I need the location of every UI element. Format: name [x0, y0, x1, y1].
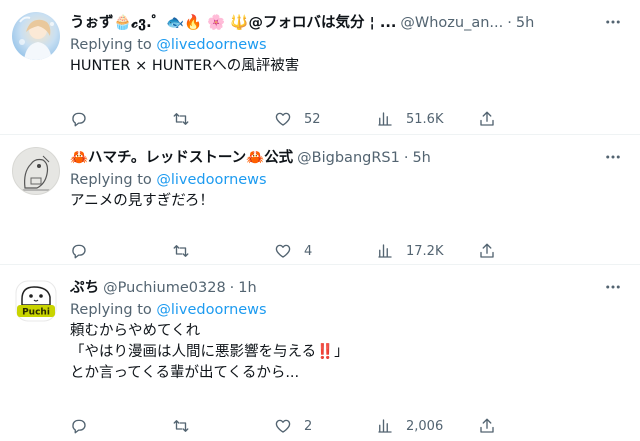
- views-button[interactable]: 17.2K: [376, 242, 478, 260]
- share-icon: [480, 243, 494, 258]
- separator-dot: ·: [403, 150, 409, 166]
- display-name[interactable]: ぷち: [70, 278, 99, 298]
- avatar-illustration: [19, 16, 54, 60]
- retweet-button[interactable]: [172, 242, 274, 260]
- avatar[interactable]: [12, 12, 60, 60]
- display-name[interactable]: うぉず🧁𝓬ვ.゜🐟🔥 🌸 🔱@フォロバは気分 ¦ ...: [70, 13, 396, 33]
- replying-to-user-link[interactable]: @livedoornews: [156, 172, 266, 188]
- retweet-icon: [173, 245, 189, 257]
- avatar-badge-text: Puchi: [22, 308, 50, 318]
- replying-prefix: Replying to: [70, 302, 157, 318]
- reply-feed: うぉず🧁𝓬ვ.゜🐟🔥 🌸 🔱@フォロバは気分 ¦ ... @Whozu_an..…: [0, 0, 640, 441]
- avatar-illustration: [21, 155, 53, 191]
- user-handle[interactable]: @BigbangRS1: [297, 148, 400, 168]
- share-icon: [480, 418, 494, 433]
- replying-prefix: Replying to: [70, 37, 157, 53]
- display-name[interactable]: 🦀ハマチ。レッドストーン🦀公式: [70, 148, 293, 168]
- tweet-header: うぉず🧁𝓬ვ.゜🐟🔥 🌸 🔱@フォロバは気分 ¦ ... @Whozu_an..…: [70, 12, 624, 34]
- views-button[interactable]: 2,006: [376, 417, 478, 435]
- reply-icon: [72, 419, 86, 434]
- avatar-illustration: Puchi: [15, 280, 57, 322]
- heart-icon: [275, 244, 291, 258]
- like-count: 4: [304, 243, 313, 259]
- more-options-button[interactable]: [602, 12, 624, 32]
- views-chart-icon: [378, 112, 392, 126]
- like-button[interactable]: 52: [274, 110, 376, 128]
- views-chart-icon: [378, 419, 392, 433]
- action-bar: 2 2,006: [70, 417, 624, 435]
- reply-button[interactable]: [70, 417, 172, 435]
- retweet-button[interactable]: [172, 417, 274, 435]
- heart-icon: [275, 419, 291, 433]
- tweet-body: うぉず🧁𝓬ვ.゜🐟🔥 🌸 🔱@フォロバは気分 ¦ ... @Whozu_an..…: [70, 12, 624, 134]
- view-count: 2,006: [406, 418, 444, 434]
- like-button[interactable]: 4: [274, 242, 376, 260]
- share-button[interactable]: [478, 110, 508, 128]
- view-count: 17.2K: [406, 243, 444, 259]
- tweet-2[interactable]: 🦀ハマチ。レッドストーン🦀公式 @BigbangRS1 · 5h Replyin…: [0, 135, 640, 265]
- retweet-button[interactable]: [172, 110, 274, 128]
- more-horizontal-icon: [606, 20, 620, 24]
- more-options-button[interactable]: [602, 147, 624, 167]
- user-handle[interactable]: @Puchiume0328: [103, 278, 226, 298]
- reply-button[interactable]: [70, 110, 172, 128]
- avatar-column: Puchi: [12, 277, 70, 441]
- retweet-icon: [173, 420, 189, 432]
- timestamp[interactable]: 5h: [516, 13, 534, 33]
- views-chart-icon: [378, 244, 392, 258]
- timestamp[interactable]: 1h: [238, 278, 256, 298]
- avatar[interactable]: Puchi: [12, 277, 60, 325]
- heart-icon: [275, 112, 291, 126]
- replying-to: Replying to @livedoornews: [70, 170, 624, 190]
- tweet-text: HUNTER × HUNTERへの風評被害: [70, 58, 300, 74]
- avatar[interactable]: [12, 147, 60, 195]
- more-horizontal-icon: [606, 155, 620, 159]
- more-horizontal-icon: [606, 285, 620, 289]
- user-handle[interactable]: @Whozu_an...: [400, 13, 503, 33]
- timestamp[interactable]: 5h: [412, 148, 430, 168]
- tweet-body: 🦀ハマチ。レッドストーン🦀公式 @BigbangRS1 · 5h Replyin…: [70, 147, 624, 264]
- tweet-text: 頼むからやめてくれ 「やはり漫画は人間に悪影響を与える‼️」 とか言ってくる輩が…: [70, 323, 349, 381]
- tweet-body: ぷち @Puchiume0328 · 1h Replying to @lived…: [70, 277, 624, 441]
- reply-icon: [72, 112, 86, 127]
- share-button[interactable]: [478, 417, 508, 435]
- views-button[interactable]: 51.6K: [376, 110, 478, 128]
- separator-dot: ·: [229, 280, 235, 296]
- avatar-column: [12, 12, 70, 134]
- share-button[interactable]: [478, 242, 508, 260]
- separator-dot: ·: [507, 15, 512, 31]
- like-count: 2: [304, 418, 313, 434]
- replying-to-user-link[interactable]: @livedoornews: [156, 302, 266, 318]
- replying-to: Replying to @livedoornews: [70, 35, 624, 55]
- avatar-column: [12, 147, 70, 264]
- share-icon: [480, 111, 494, 126]
- like-button[interactable]: 2: [274, 417, 376, 435]
- more-options-button[interactable]: [602, 277, 624, 297]
- reply-button[interactable]: [70, 242, 172, 260]
- tweet-1[interactable]: うぉず🧁𝓬ვ.゜🐟🔥 🌸 🔱@フォロバは気分 ¦ ... @Whozu_an..…: [0, 0, 640, 135]
- view-count: 51.6K: [406, 111, 444, 127]
- tweet-header: ぷち @Puchiume0328 · 1h: [70, 277, 624, 299]
- tweet-header: 🦀ハマチ。レッドストーン🦀公式 @BigbangRS1 · 5h: [70, 147, 624, 169]
- replying-prefix: Replying to: [70, 172, 157, 188]
- reply-icon: [72, 244, 86, 259]
- like-count: 52: [304, 111, 321, 127]
- replying-to-user-link[interactable]: @livedoornews: [156, 37, 266, 53]
- tweet-3[interactable]: Puchi ぷち @Puchiume0328 · 1h Replying to …: [0, 265, 640, 441]
- action-bar: 4 17.2K: [70, 242, 624, 260]
- retweet-icon: [173, 113, 189, 125]
- action-bar: 52 51.6K: [70, 110, 624, 128]
- tweet-text: アニメの見すぎだろ！: [70, 193, 214, 209]
- replying-to: Replying to @livedoornews: [70, 300, 624, 320]
